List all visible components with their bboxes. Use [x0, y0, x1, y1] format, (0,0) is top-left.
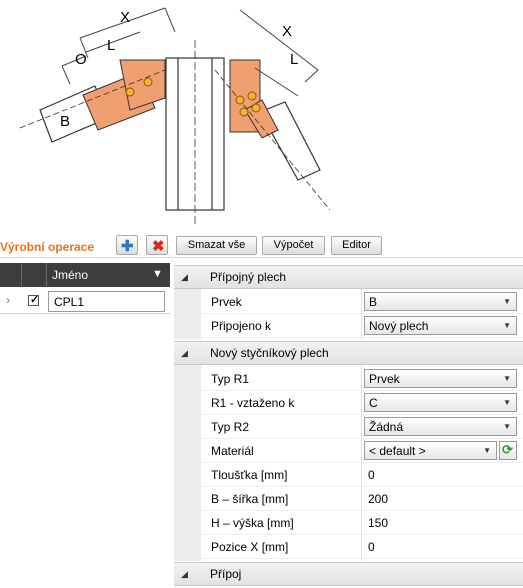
dropdown-value: Žádná: [369, 420, 404, 434]
property-label: Pozice X [mm]: [211, 540, 289, 554]
label-l-right: L: [290, 51, 298, 68]
row-indicator-icon: ›: [6, 293, 10, 307]
property-label: Typ R2: [211, 420, 250, 434]
refresh-icon: ⟳: [502, 442, 513, 457]
section-header-connection-plate[interactable]: ◢ Přípojný plech: [174, 265, 523, 289]
section-title: Nový styčníkový plech: [210, 346, 329, 360]
section-title: Přípoj: [210, 567, 242, 581]
property-label: Typ R1: [211, 372, 250, 386]
dropdown-value: Prvek: [369, 372, 400, 386]
property-row-type-r2: Typ R2 Žádná ▼: [201, 415, 523, 439]
section-header-new-gusset-plate[interactable]: ◢ Nový styčníkový plech: [174, 341, 523, 365]
property-label: H – výška [mm]: [211, 516, 294, 530]
property-panel: ◢ Přípojný plech Prvek B ▼ Připojeno k N…: [174, 263, 523, 588]
property-label: R1 - vztaženo k: [211, 396, 295, 410]
label-x-right: X: [282, 23, 292, 40]
filter-icon[interactable]: ▼: [152, 268, 163, 280]
width-value[interactable]: 200: [368, 492, 388, 506]
dropdown-value: C: [369, 396, 378, 410]
type-r2-dropdown[interactable]: Žádná ▼: [364, 417, 517, 436]
chevron-down-icon: ▼: [503, 297, 511, 306]
label-l-left: L: [107, 37, 115, 54]
property-row-element: Prvek B ▼: [201, 290, 523, 314]
right-member: [214, 59, 331, 211]
property-row-position-x: Pozice X [mm] 0: [201, 535, 523, 559]
chevron-down-icon: ▼: [503, 422, 511, 431]
type-r1-dropdown[interactable]: Prvek ▼: [364, 369, 517, 388]
property-row-material: Materiál < default > ▼ ⟳: [201, 439, 523, 463]
connected-to-dropdown[interactable]: Nový plech ▼: [364, 316, 517, 335]
operations-title: Výrobní operace: [0, 240, 95, 254]
toolbar-divider: [0, 257, 523, 258]
material-dropdown[interactable]: < default > ▼: [364, 441, 497, 460]
column-header-name[interactable]: Jméno: [52, 268, 88, 282]
property-row-height: H – výška [mm] 150: [201, 511, 523, 535]
section-title: Přípojný plech: [210, 270, 287, 284]
chevron-down-icon: ▼: [503, 398, 511, 407]
property-row-r1-reference: R1 - vztaženo k C ▼: [201, 391, 523, 415]
r1-reference-dropdown[interactable]: C ▼: [364, 393, 517, 412]
collapse-icon: ◢: [181, 348, 188, 358]
editor-button[interactable]: Editor: [331, 236, 382, 255]
property-label: Tloušťka [mm]: [211, 468, 288, 482]
chevron-down-icon: ▼: [483, 446, 491, 455]
thickness-value[interactable]: 0: [368, 468, 375, 482]
name-cell-text: CPL1: [54, 295, 85, 309]
label-o-left: O: [75, 51, 87, 68]
chevron-down-icon: ▼: [503, 321, 511, 330]
property-label: Prvek: [211, 295, 242, 309]
section-gutter: [174, 365, 201, 561]
delete-all-button[interactable]: Smazat vše: [176, 236, 257, 255]
remove-button[interactable]: ✖: [146, 235, 168, 255]
connection-illustration: X L O B X L: [19, 7, 331, 225]
property-label: B – šířka [mm]: [211, 492, 289, 506]
property-label: Materiál: [211, 444, 254, 458]
label-x-left: X: [120, 9, 130, 26]
grid-header-separator: [46, 263, 47, 287]
column: [165, 40, 225, 225]
collapse-icon: ◢: [181, 569, 188, 579]
property-label: Připojeno k: [211, 319, 272, 333]
grid-header: Jméno ▼: [0, 263, 170, 287]
element-dropdown[interactable]: B ▼: [364, 292, 517, 311]
section-gutter: [174, 289, 201, 339]
row-checkbox[interactable]: ✓: [28, 294, 40, 306]
section-header-connection[interactable]: ◢ Přípoj: [174, 562, 523, 586]
left-member: [19, 59, 171, 143]
collapse-icon: ◢: [181, 272, 188, 282]
property-row-width: B – šířka [mm] 200: [201, 487, 523, 511]
dropdown-value: B: [369, 295, 378, 309]
position-x-value[interactable]: 0: [368, 540, 375, 554]
height-value[interactable]: 150: [368, 516, 388, 530]
property-row-connected-to: Připojeno k Nový plech ▼: [201, 314, 523, 338]
checkmark-icon: ✓: [30, 294, 40, 306]
name-cell[interactable]: CPL1: [48, 291, 165, 312]
dropdown-value: Nový plech: [369, 319, 429, 333]
property-row-type-r1: Typ R1 Prvek ▼: [201, 367, 523, 391]
label-b-left: B: [60, 113, 70, 130]
refresh-material-button[interactable]: ⟳: [499, 441, 517, 460]
grid-header-separator: [21, 263, 22, 287]
add-button[interactable]: ✚: [116, 235, 138, 255]
calculate-button[interactable]: Výpočet: [262, 236, 325, 255]
dropdown-value: < default >: [369, 444, 426, 458]
plus-icon: ✚: [121, 238, 134, 255]
chevron-down-icon: ▼: [503, 374, 511, 383]
property-row-thickness: Tloušťka [mm] 0: [201, 463, 523, 487]
delete-icon: ✖: [152, 238, 165, 255]
